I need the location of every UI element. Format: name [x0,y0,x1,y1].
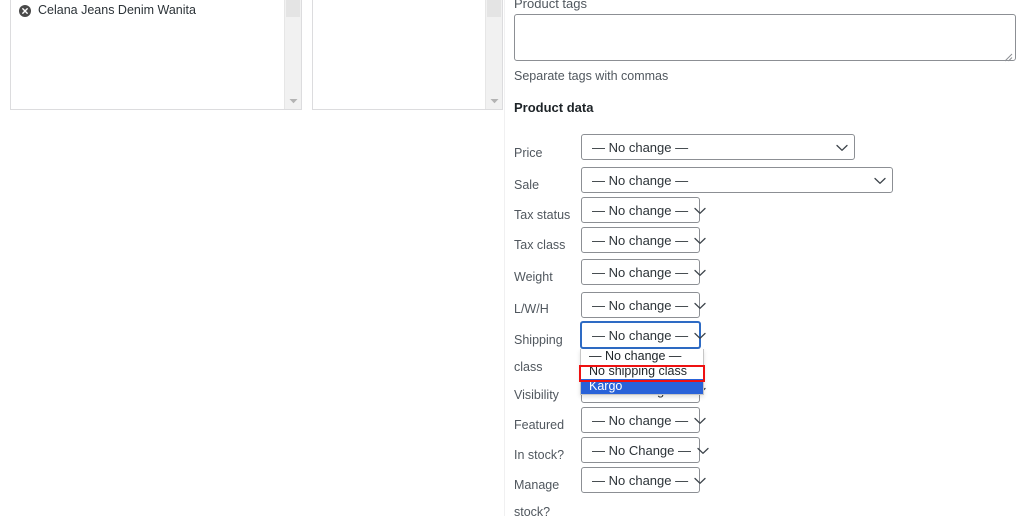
chevron-down-icon [694,473,706,488]
product-tags-helper: Separate tags with commas [514,69,668,83]
dropdown-option-kargo[interactable]: Kargo [581,379,703,394]
select-featured[interactable]: — No change — [581,407,700,433]
label-lwh: L/W/H [514,302,549,316]
label-manage-stock-line2: stock? [514,505,550,519]
chevron-down-icon [694,203,706,218]
label-visibility: Visibility [514,388,559,402]
categories-scrollbar[interactable] [284,0,301,109]
label-shipping-class-line2: class [514,360,542,374]
select-sale[interactable]: — No change — [581,167,893,193]
chevron-down-icon [694,265,706,280]
select-shipping-class[interactable]: — No change — [581,322,700,348]
product-data-heading: Product data [514,100,593,115]
product-tags-input[interactable] [514,14,1016,61]
label-price: Price [514,146,542,160]
select-manage-stock[interactable]: — No change — [581,467,700,493]
scroll-down-arrow-icon[interactable] [486,92,502,109]
remove-circle-icon[interactable] [19,4,31,16]
select-in-stock-value: — No Change — [592,443,691,458]
list-item[interactable]: Celana Jeans Denim Wanita [19,1,278,19]
secondary-list[interactable] [313,0,485,109]
select-featured-value: — No change — [592,413,688,428]
chevron-down-icon [694,328,706,343]
select-lwh[interactable]: — No change — [581,292,700,318]
chevron-down-icon [694,233,706,248]
label-tax-class: Tax class [514,238,565,252]
select-in-stock[interactable]: — No Change — [581,437,700,463]
list-item-label: Celana Jeans Denim Wanita [38,1,196,19]
chevron-down-icon [874,173,886,188]
select-price[interactable]: — No change — [581,134,855,160]
select-weight-value: — No change — [592,265,688,280]
secondary-listbox[interactable] [312,0,503,110]
product-categories-listbox[interactable]: Celana Jeans Denim Wanita [10,0,302,110]
select-tax-class-value: — No change — [592,233,688,248]
label-featured: Featured [514,418,564,432]
label-in-stock: In stock? [514,448,564,462]
select-lwh-value: — No change — [592,298,688,313]
label-weight: Weight [514,270,553,284]
chevron-down-icon [694,413,706,428]
dropdown-option-no-shipping-class[interactable]: No shipping class [581,364,703,379]
label-tax-status: Tax status [514,208,570,222]
select-weight[interactable]: — No change — [581,259,700,285]
chevron-down-icon [694,298,706,313]
select-price-value: — No change — [592,140,830,155]
dropdown-option-no-change[interactable]: — No change — [581,349,703,364]
chevron-down-icon [697,443,709,458]
product-categories-list[interactable]: Celana Jeans Denim Wanita [11,0,284,109]
shipping-class-dropdown-list[interactable]: — No change — No shipping class Kargo [580,349,704,395]
label-manage-stock: Manage [514,478,559,492]
secondary-scrollbar[interactable] [485,0,502,109]
select-manage-stock-value: — No change — [592,473,688,488]
bulk-edit-panel: Product tags Separate tags with commas P… [504,0,1024,516]
select-sale-value: — No change — [592,173,868,188]
scroll-down-arrow-icon[interactable] [285,92,301,109]
select-shipping-class-value: — No change — [592,328,688,343]
scrollbar-thumb[interactable] [487,0,501,17]
label-sale: Sale [514,178,539,192]
scrollbar-thumb[interactable] [286,0,300,17]
select-tax-class[interactable]: — No change — [581,227,700,253]
label-shipping: Shipping [514,333,563,347]
chevron-down-icon [836,140,848,155]
product-tags-label: Product tags [514,0,587,11]
select-tax-status-value: — No change — [592,203,688,218]
select-tax-status[interactable]: — No change — [581,197,700,223]
